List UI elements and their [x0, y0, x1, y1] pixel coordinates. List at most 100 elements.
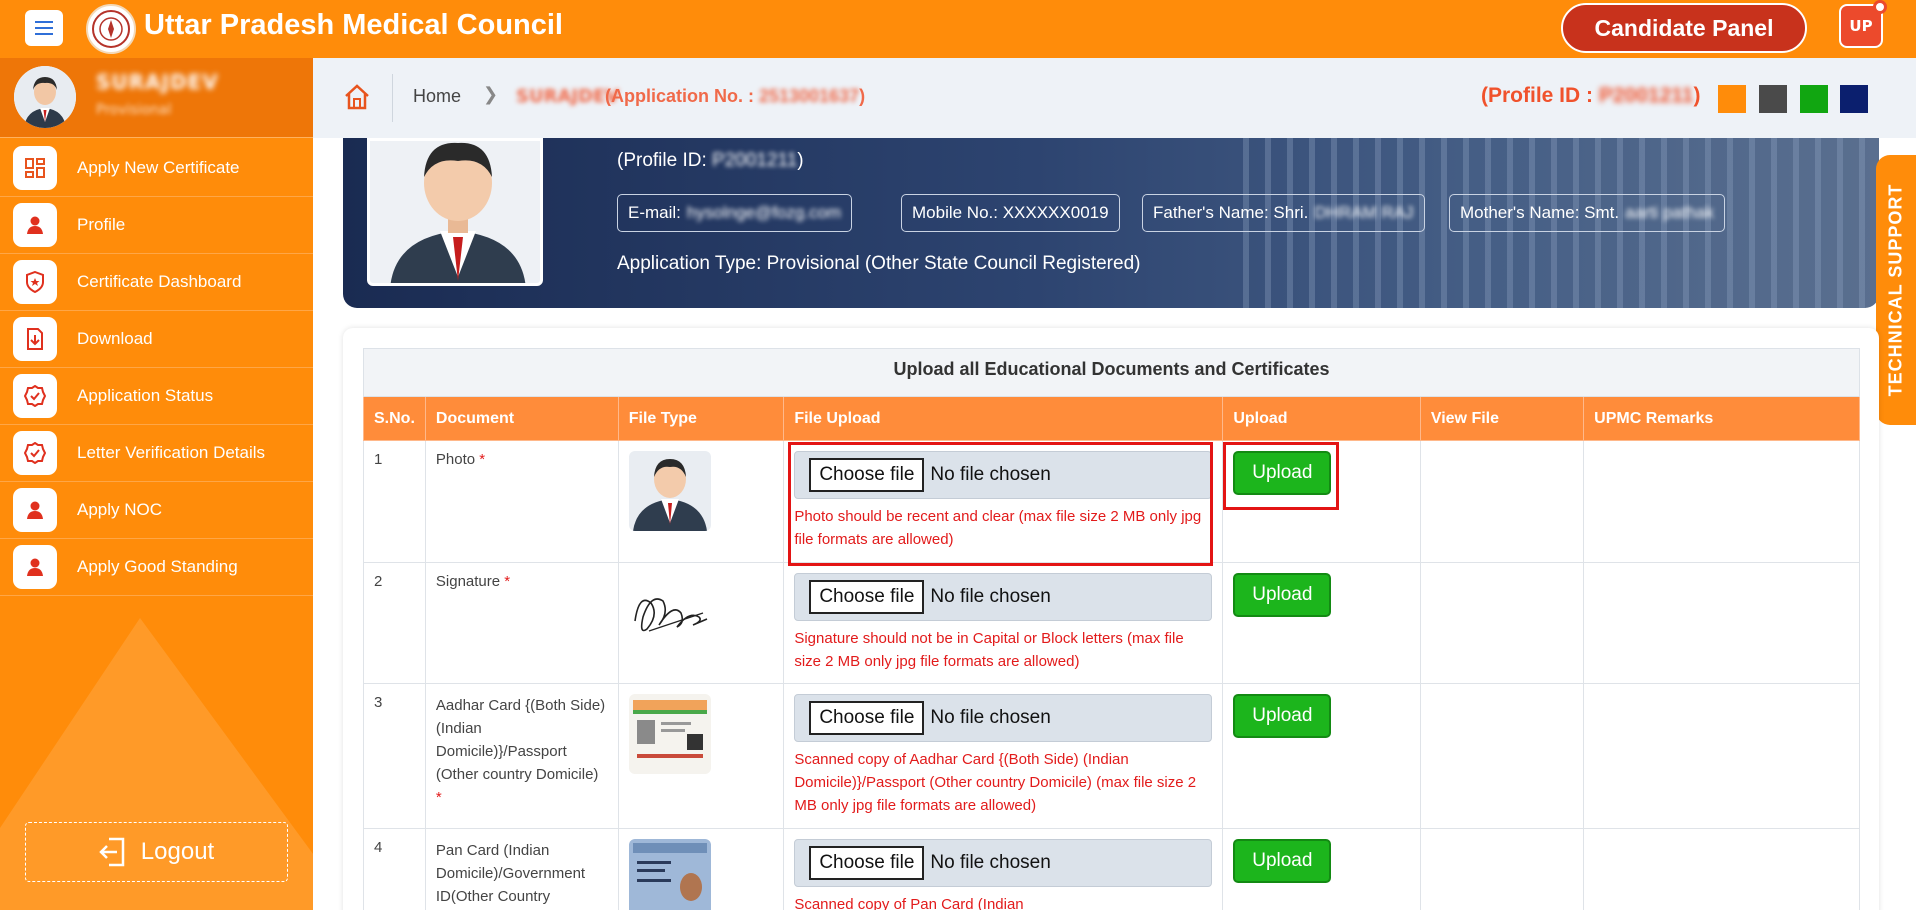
upload-button[interactable]: Upload: [1233, 451, 1332, 495]
download-icon: [13, 317, 57, 361]
candidate-panel-button[interactable]: Candidate Panel: [1561, 3, 1807, 53]
application-type: Application Type: Provisional (Other Sta…: [617, 253, 1141, 274]
sidebar-item-apply-noc[interactable]: Apply NOC: [0, 482, 313, 539]
sidebar-nav: Apply New Certificate Profile Certificat…: [0, 140, 313, 596]
sidebar-item-letter-verification[interactable]: Letter Verification Details: [0, 425, 313, 482]
father-name-chip: Father's Name: Shri. DHRAM RAJ: [1142, 194, 1425, 232]
file-input[interactable]: Choose file No file chosen: [794, 839, 1213, 887]
technical-support-tab[interactable]: TECHNICAL SUPPORT: [1876, 155, 1916, 425]
theme-swatch-gray[interactable]: [1759, 85, 1787, 113]
user-icon: [13, 488, 57, 532]
sidebar-user-role: Provisional: [96, 102, 172, 118]
document-name: Pan Card (Indian Domicile)/Government ID…: [435, 842, 586, 905]
photo-sample-thumbnail: [628, 451, 711, 531]
sidebar-item-application-status[interactable]: Application Status: [0, 368, 313, 425]
row-upload: Upload: [1222, 683, 1421, 829]
column-header-remarks: UPMC Remarks: [1583, 396, 1860, 441]
technical-support-label: TECHNICAL SUPPORT: [1885, 183, 1906, 397]
breadcrumb-home-link[interactable]: Home: [413, 86, 461, 107]
sidebar-item-profile[interactable]: Profile: [0, 197, 313, 254]
document-name: Photo: [435, 451, 476, 468]
sidebar: SURAJDEV Provisional Apply New Certifica…: [0, 58, 313, 910]
hamburger-menu-button[interactable]: [25, 10, 63, 46]
column-header-document: Document: [424, 396, 619, 441]
breadcrumb-application-number: (Application No. : 2513001637): [605, 86, 865, 107]
sidebar-item-certificate-dashboard[interactable]: Certificate Dashboard: [0, 254, 313, 311]
upload-button[interactable]: Upload: [1233, 839, 1332, 883]
row-sno: 1: [363, 440, 426, 563]
choose-file-button[interactable]: Choose file: [809, 846, 925, 880]
profile-id-prefix: (Profile ID:: [617, 150, 713, 171]
sidebar-item-apply-good-standing[interactable]: Apply Good Standing: [0, 539, 313, 596]
application-number-prefix: (Application No. :: [605, 86, 759, 106]
application-number-value: 2513001637: [758, 86, 860, 106]
no-file-label: No file chosen: [930, 852, 1051, 873]
aadhar-sample-thumbnail: [628, 694, 711, 774]
shield-icon: [13, 260, 57, 304]
row-upload: Upload: [1222, 828, 1421, 910]
breadcrumb: Home ❯ SURAJDEV (Application No. : 25130…: [313, 58, 1916, 138]
upload-button[interactable]: Upload: [1233, 573, 1332, 617]
table-row: 3 Aadhar Card {(Both Side) (Indian Domic…: [363, 683, 1860, 829]
choose-file-button[interactable]: Choose file: [809, 458, 925, 492]
mother-name-label: Mother's Name: Smt.: [1460, 203, 1620, 222]
application-number-suffix: ): [859, 86, 866, 106]
check-badge-icon: [13, 374, 57, 418]
file-input[interactable]: Choose file No file chosen: [794, 694, 1213, 742]
logout-icon: [99, 837, 125, 867]
no-file-label: No file chosen: [930, 464, 1051, 485]
email-label: E-mail:: [628, 203, 681, 222]
row-file-upload: Choose file No file chosen Scanned copy …: [783, 683, 1224, 829]
banner-profile-id: (Profile ID: P2001211): [617, 150, 804, 172]
sidebar-item-label: Letter Verification Details: [77, 443, 266, 462]
no-file-label: No file chosen: [930, 707, 1051, 728]
upload-button[interactable]: Upload: [1233, 694, 1332, 738]
sidebar-item-label: Certificate Dashboard: [77, 272, 242, 291]
hamburger-icon: [35, 21, 53, 35]
user-icon: [13, 545, 57, 589]
documents-table: Upload all Educational Documents and Cer…: [363, 348, 1860, 910]
profile-banner: (Profile ID: P2001211) E-mail: hysolnge@f…: [343, 138, 1879, 308]
row-document: Pan Card (Indian Domicile)/Government ID…: [424, 828, 619, 910]
sidebar-user: SURAJDEV Provisional: [0, 58, 313, 138]
mother-name-chip: Mother's Name: Smt. aarti pathak: [1449, 194, 1725, 232]
row-view-file: [1419, 683, 1585, 829]
table-row: 2 Signature * Choose file No file chosen…: [363, 562, 1860, 684]
theme-swatch-navy[interactable]: [1840, 85, 1868, 113]
logout-button[interactable]: Logout: [25, 822, 288, 882]
row-sno: 3: [363, 683, 426, 829]
required-marker: *: [479, 451, 486, 468]
sidebar-item-apply-new-certificate[interactable]: Apply New Certificate: [0, 140, 313, 197]
table-row: 1 Photo * Choose file No file chosen Pho…: [363, 440, 1860, 563]
choose-file-button[interactable]: Choose file: [809, 701, 925, 735]
column-header-view-file: View File: [1419, 396, 1585, 441]
breadcrumb-user-name: SURAJDEV: [516, 86, 620, 107]
row-remarks: [1583, 440, 1860, 563]
top-header: Uttar Pradesh Medical Council Candidate …: [0, 0, 1916, 58]
check-badge-icon: [13, 431, 57, 475]
sidebar-item-label: Profile: [77, 215, 126, 234]
mobile-chip: Mobile No.: XXXXXX0019: [901, 194, 1120, 232]
theme-swatch-green[interactable]: [1800, 85, 1828, 113]
row-file-upload: Choose file No file chosen Photo should …: [783, 440, 1224, 563]
row-document: Photo *: [424, 440, 619, 563]
notification-dot: [1873, 0, 1887, 14]
file-input[interactable]: Choose file No file chosen: [794, 573, 1213, 621]
sidebar-item-label: Download: [77, 329, 153, 348]
choose-file-button[interactable]: Choose file: [809, 580, 925, 614]
row-sno: 4: [363, 828, 426, 910]
father-name-value: DHRAM RAJ: [1314, 203, 1414, 222]
home-icon[interactable]: [343, 83, 371, 111]
theme-swatch-orange[interactable]: [1718, 85, 1746, 113]
header-profile-id: (Profile ID : P2001211): [1481, 84, 1700, 108]
avatar: [14, 66, 76, 128]
row-view-file: [1419, 828, 1585, 910]
profile-id-value: P2001211: [712, 150, 798, 171]
sidebar-item-download[interactable]: Download: [0, 311, 313, 368]
sidebar-user-name: SURAJDEV: [96, 70, 219, 94]
row-view-file: [1419, 440, 1585, 563]
pan-sample-thumbnail: [628, 839, 711, 910]
column-header-file-upload: File Upload: [783, 396, 1224, 441]
breadcrumb-divider: [392, 74, 393, 122]
file-input[interactable]: Choose file No file chosen: [794, 451, 1213, 499]
